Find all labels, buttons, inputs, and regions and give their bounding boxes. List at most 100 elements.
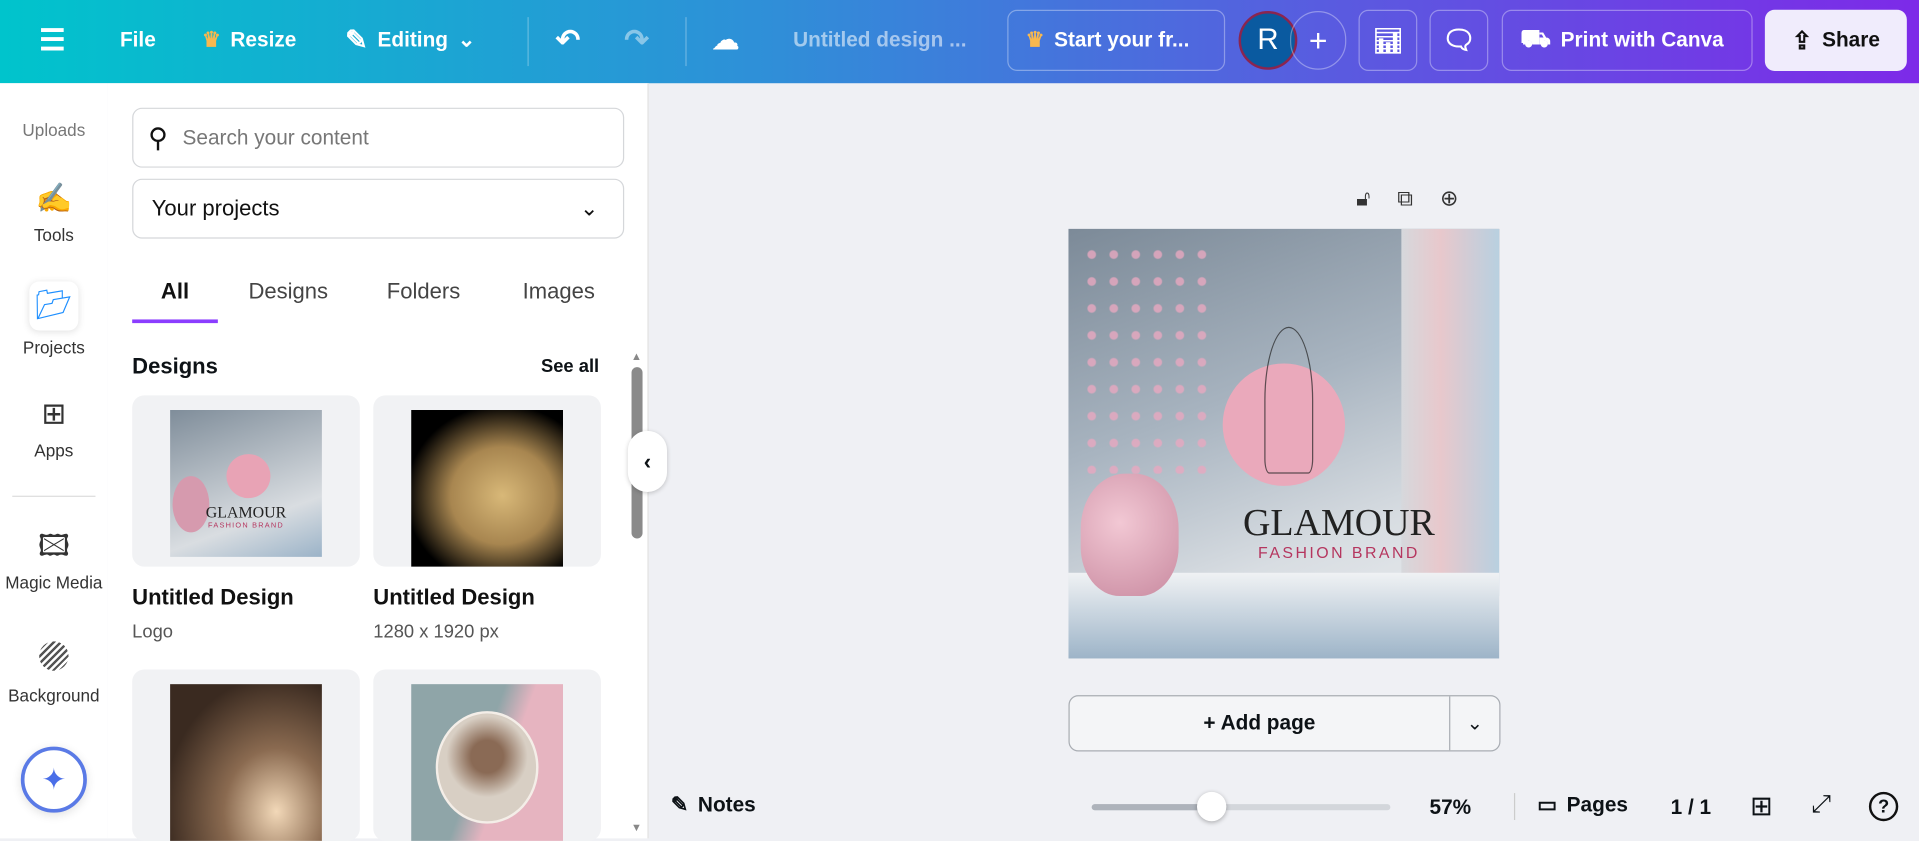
fullscreen-icon[interactable]: ⤢ <box>1811 791 1831 819</box>
sidebar-item-magic-media[interactable]: 🖾 Magic Media <box>0 529 108 593</box>
zoom-level[interactable]: 57% <box>1430 796 1472 820</box>
top-toolbar: ☰ File ♛ Resize ✎ Editing ⌄ ↶ ↷ ☁ Untitled … <box>0 0 1919 84</box>
notes-button[interactable]: ✎ Notes <box>671 793 756 817</box>
start-trial-button[interactable]: ♛ Start your fr... <box>1007 9 1226 71</box>
divider <box>527 17 529 67</box>
share-label: Share <box>1822 28 1880 52</box>
zoom-slider-fill <box>1091 804 1212 811</box>
tab-folders[interactable]: Folders <box>387 274 460 309</box>
nav-label: Background <box>8 685 100 705</box>
undo-button[interactable]: ↶ <box>556 10 581 71</box>
left-sidebar: Uploads ✍ Tools 📂︎ Projects ⊞ Apps 🖾 Magic M… <box>0 83 108 839</box>
sparkle-icon: ✦ <box>41 763 67 797</box>
design-card[interactable] <box>373 395 601 567</box>
sidebar-item-projects[interactable]: 📂︎ Projects <box>0 281 108 358</box>
design-card[interactable] <box>132 669 360 841</box>
thumb-tagline: FASHION BRAND <box>208 522 284 530</box>
tab-all[interactable]: All <box>132 274 218 324</box>
sidebar-item-background[interactable]: Background <box>0 636 108 705</box>
design-thumbnail: GLAMOUR FASHION BRAND <box>170 410 322 557</box>
select-value: Your projects <box>151 195 280 221</box>
design-title[interactable]: Untitled design ... <box>793 10 966 71</box>
crown-icon: ♛ <box>1025 28 1045 52</box>
page-count: 1 / 1 <box>1670 795 1712 819</box>
brand-name[interactable]: GLAMOUR <box>1179 501 1500 545</box>
see-all-link[interactable]: See all <box>541 356 599 377</box>
design-card[interactable]: GLAMOUR FASHION BRAND <box>132 395 360 567</box>
design-title[interactable]: Untitled Design <box>373 585 535 611</box>
lock-icon[interactable]: 🔓︎ <box>1356 186 1370 212</box>
menu-icon[interactable]: ☰ <box>39 10 65 71</box>
tab-images[interactable]: Images <box>523 274 595 309</box>
design-thumbnail <box>170 684 322 841</box>
chevron-left-icon: ‹ <box>643 448 652 474</box>
design-thumbnail <box>411 410 563 567</box>
help-icon[interactable]: ? <box>1868 791 1899 822</box>
design-canvas[interactable]: GLAMOUR FASHION BRAND <box>1068 228 1500 659</box>
design-subtitle: 1280 x 1920 px <box>373 621 499 643</box>
section-heading: Designs <box>132 353 218 379</box>
add-page-options[interactable]: ⌄ <box>1450 696 1499 750</box>
zoom-slider-handle[interactable] <box>1196 791 1226 822</box>
nav-label: Apps <box>34 440 74 461</box>
nav-label: Tools <box>33 225 74 245</box>
share-button[interactable]: ⇪ Share <box>1764 9 1907 71</box>
grid-view-icon[interactable]: ⊞ <box>1750 791 1773 823</box>
comments-button[interactable]: 🗨︎ <box>1429 9 1489 71</box>
apps-icon: ⊞ <box>41 397 67 431</box>
trial-label: Start your fr... <box>1054 28 1190 52</box>
collapse-panel-button[interactable]: ‹ <box>627 430 668 493</box>
page-actions: 🔓︎ ⧉ ⊕ <box>1356 186 1458 212</box>
editing-dropdown[interactable]: ✎ Editing ⌄ <box>345 10 475 71</box>
comment-icon: 🗨︎ <box>1441 24 1476 56</box>
magic-assistant-button[interactable]: ✦ <box>20 746 87 813</box>
duplicate-page-icon[interactable]: ⧉ <box>1397 186 1413 212</box>
panel-scrollbar[interactable]: ▲ ▼ <box>629 350 644 833</box>
pencil-icon: ✎ <box>345 24 368 56</box>
folder-icon: 📂︎ <box>29 281 78 330</box>
thumb-brand: GLAMOUR <box>205 503 287 522</box>
nav-label: Magic Media <box>5 572 103 593</box>
brand-tagline[interactable]: FASHION BRAND <box>1179 543 1500 561</box>
zoom-slider[interactable] <box>1091 791 1391 822</box>
print-with-canva-button[interactable]: ⛟ Print with Canva <box>1501 9 1753 71</box>
design-title[interactable]: Untitled Design <box>132 585 294 611</box>
sidebar-item-uploads[interactable]: Uploads <box>0 120 108 140</box>
chevron-down-icon: ⌄ <box>1466 713 1484 735</box>
vase-image <box>1080 473 1179 597</box>
cloud-saved-icon[interactable]: ☁ <box>712 10 739 71</box>
sidebar-item-apps[interactable]: ⊞ Apps <box>0 397 108 461</box>
avatar[interactable]: R <box>1238 11 1298 70</box>
resize-label: Resize <box>230 28 297 52</box>
pages-label: Pages <box>1566 793 1628 817</box>
nav-label: Uploads <box>22 119 86 140</box>
magic-image-icon: 🖾 <box>37 529 70 563</box>
projects-panel: ⚲ Search your content Your projects ⌄ All … <box>107 83 649 841</box>
add-collaborator-button[interactable]: + <box>1289 11 1347 70</box>
redo-button[interactable]: ↷ <box>624 10 649 71</box>
content-tabs: All Designs Folders Images <box>132 274 622 324</box>
insights-button[interactable]: 📊︎ <box>1358 9 1418 71</box>
sidebar-item-tools[interactable]: ✍ Tools <box>0 181 108 245</box>
add-page-button[interactable]: + Add page <box>1070 696 1451 751</box>
divider <box>1513 793 1516 821</box>
chevron-down-icon: ⌄ <box>457 28 476 52</box>
tab-designs[interactable]: Designs <box>248 274 328 309</box>
truck-icon: ⛟ <box>1520 25 1551 53</box>
resize-button[interactable]: ♛ Resize <box>202 10 296 71</box>
file-menu[interactable]: File <box>120 10 156 71</box>
dress-sketch <box>1264 326 1314 474</box>
stripes-icon <box>39 641 69 671</box>
design-thumbnail <box>411 684 563 841</box>
pages-button[interactable]: ▭ Pages <box>1537 793 1628 817</box>
pen-icon: ✍ <box>35 182 73 216</box>
projects-select[interactable]: Your projects ⌄ <box>132 178 625 239</box>
search-input[interactable]: ⚲ Search your content <box>132 107 625 168</box>
search-placeholder: Search your content <box>182 125 369 149</box>
design-subtitle: Logo <box>132 621 174 643</box>
design-card[interactable] <box>373 669 601 841</box>
print-label: Print with Canva <box>1560 28 1724 52</box>
bar-chart-icon: 📊︎ <box>1372 27 1404 55</box>
notes-label: Notes <box>697 793 756 817</box>
add-page-icon[interactable]: ⊕ <box>1440 186 1458 212</box>
